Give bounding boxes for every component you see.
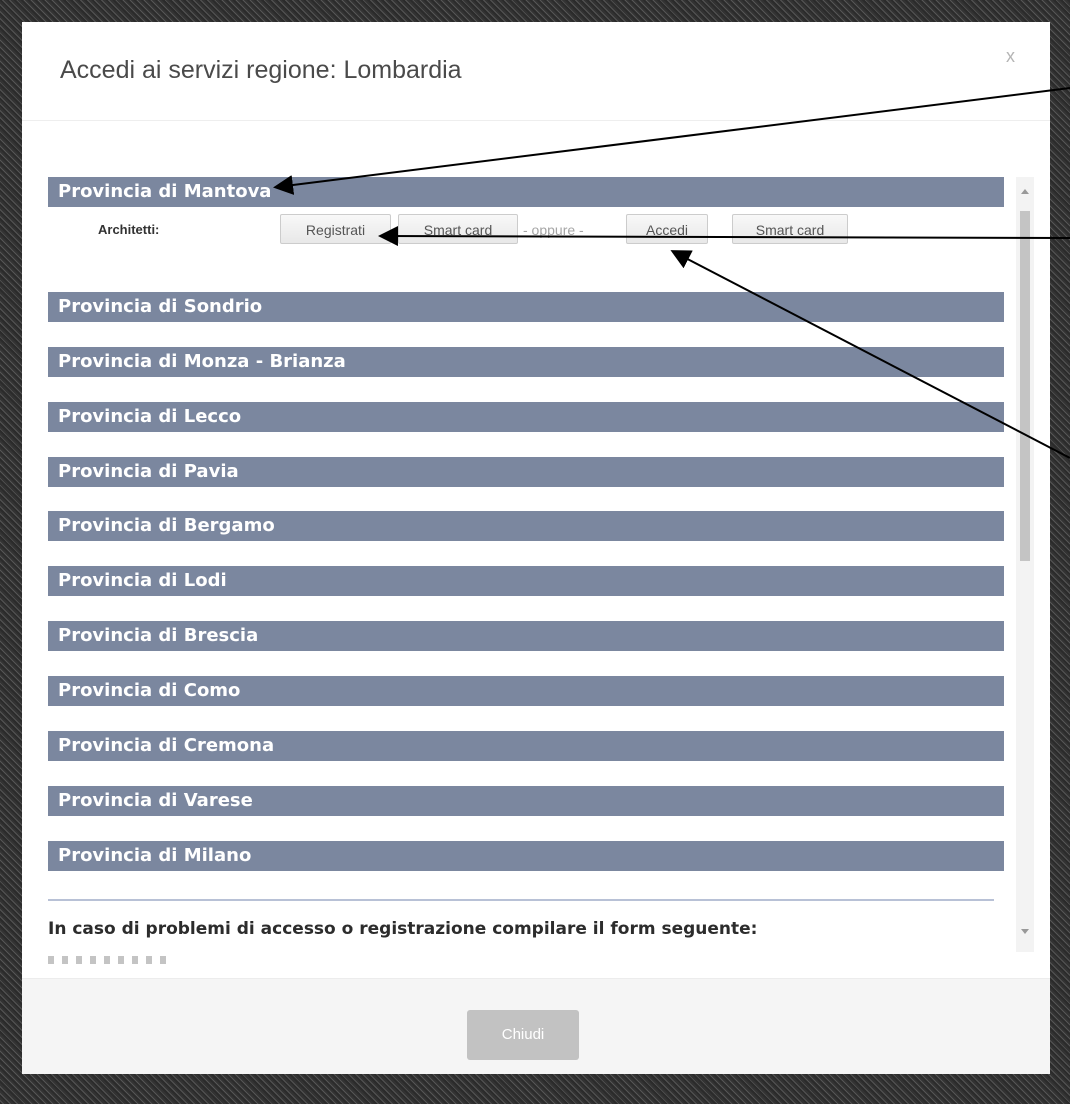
vertical-scrollbar[interactable] [1016,177,1034,952]
login-button[interactable]: Accedi [626,214,708,244]
register-button[interactable]: Registrati [280,214,391,244]
province-header-lecco[interactable]: Provincia di Lecco [48,402,1004,432]
modal-body: Provincia di Mantova Architetti: Registr… [48,177,1038,977]
register-smartcard-button[interactable]: Smart card [398,214,518,244]
section-divider [48,899,994,901]
province-header-lodi[interactable]: Provincia di Lodi [48,566,1004,596]
province-header-monza-brianza[interactable]: Provincia di Monza - Brianza [48,347,1004,377]
chiudi-button[interactable]: Chiudi [467,1010,579,1060]
architetti-label: Architetti: [98,222,160,237]
province-header-varese[interactable]: Provincia di Varese [48,786,1004,816]
modal-title: Accedi ai servizi regione: Lombardia [60,56,462,84]
province-header-cremona[interactable]: Provincia di Cremona [48,731,1004,761]
province-header-pavia[interactable]: Provincia di Pavia [48,457,1004,487]
cut-off-text-line [48,956,168,964]
close-icon[interactable]: x [1006,46,1015,67]
login-smartcard-button[interactable]: Smart card [732,214,848,244]
province-header-como[interactable]: Provincia di Como [48,676,1004,706]
scroll-up-arrow-icon[interactable] [1021,189,1029,194]
scroll-down-arrow-icon[interactable] [1021,929,1029,934]
province-header-bergamo[interactable]: Provincia di Bergamo [48,511,1004,541]
login-modal: Accedi ai servizi regione: Lombardia x P… [22,22,1050,1074]
province-header-brescia[interactable]: Provincia di Brescia [48,621,1004,651]
architetti-row: Architetti: Registrati Smart card - oppu… [48,212,994,246]
province-header-sondrio[interactable]: Provincia di Sondrio [48,292,1004,322]
province-header-milano[interactable]: Provincia di Milano [48,841,1004,871]
problem-notice: In caso di problemi di accesso o registr… [48,919,758,939]
oppure-separator: - oppure - [523,222,584,238]
modal-footer: Chiudi [22,978,1050,1074]
province-header-mantova[interactable]: Provincia di Mantova [48,177,1004,207]
scroll-thumb[interactable] [1020,211,1030,561]
modal-header: Accedi ai servizi regione: Lombardia x [22,22,1050,121]
